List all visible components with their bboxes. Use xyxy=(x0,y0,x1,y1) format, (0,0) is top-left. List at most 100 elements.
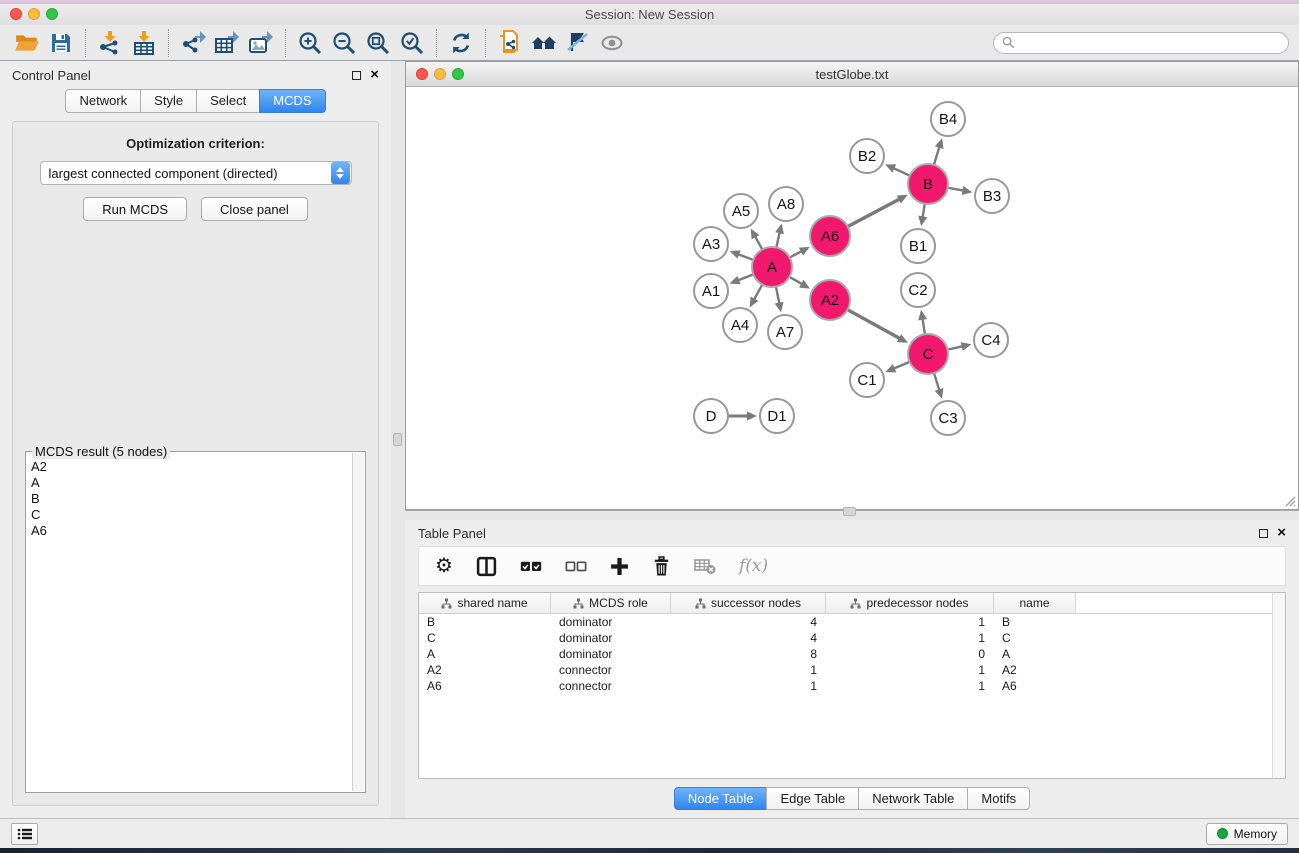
table-row-b[interactable]: Bdominator41B xyxy=(419,614,1285,630)
result-scrollbar[interactable] xyxy=(352,453,364,791)
table-row-a2[interactable]: A2connector11A2 xyxy=(419,662,1285,678)
search-field[interactable] xyxy=(993,32,1289,54)
cell-successor-nodes: 1 xyxy=(671,678,826,694)
network-close-button[interactable] xyxy=(416,68,428,80)
run-mcds-button[interactable]: Run MCDS xyxy=(83,197,187,221)
apply-layout-button[interactable] xyxy=(444,28,478,58)
save-session-button[interactable] xyxy=(44,28,78,58)
horizontal-divider-grip[interactable] xyxy=(843,507,856,516)
result-item-c[interactable]: C xyxy=(31,507,351,523)
first-neighbors-button[interactable] xyxy=(527,28,561,58)
task-history-button[interactable] xyxy=(11,823,38,845)
graph-node-a4[interactable]: A4 xyxy=(722,307,758,343)
zoom-fit-button[interactable] xyxy=(361,28,395,58)
tab-mcds[interactable]: MCDS xyxy=(259,89,325,113)
result-item-a6[interactable]: A6 xyxy=(31,523,351,539)
close-panel-icon[interactable]: × xyxy=(370,70,379,80)
graph-node-c2[interactable]: C2 xyxy=(900,272,936,308)
graph-node-a1[interactable]: A1 xyxy=(693,273,729,309)
zoom-out-button[interactable] xyxy=(327,28,361,58)
table-settings-gear-icon[interactable]: ⚙ xyxy=(435,556,453,576)
graph-node-b[interactable]: B xyxy=(907,163,949,205)
graph-node-b4[interactable]: B4 xyxy=(930,101,966,137)
table-row-a6[interactable]: A6connector11A6 xyxy=(419,678,1285,694)
open-session-button[interactable] xyxy=(10,28,44,58)
node-table[interactable]: shared nameMCDS rolesuccessor nodesprede… xyxy=(418,592,1286,779)
tab-network-table[interactable]: Network Table xyxy=(858,787,968,810)
column-header-name[interactable]: name xyxy=(994,593,1076,613)
tab-motifs[interactable]: Motifs xyxy=(967,787,1030,810)
graph-node-c3[interactable]: C3 xyxy=(930,400,966,436)
minimize-window-button[interactable] xyxy=(28,8,40,20)
result-item-a2[interactable]: A2 xyxy=(31,459,351,475)
tab-select[interactable]: Select xyxy=(196,89,260,113)
table-row-c[interactable]: Cdominator41C xyxy=(419,630,1285,646)
result-item-b[interactable]: B xyxy=(31,491,351,507)
network-canvas[interactable]: A A1 A2 A3 A4 A5 A6 A7 A8 B B1 B2 B3 B4 C C1 C2 C3 C4 D D1 xyxy=(406,87,1298,509)
tab-style[interactable]: Style xyxy=(140,89,197,113)
tab-node-table[interactable]: Node Table xyxy=(674,787,768,810)
search-input[interactable] xyxy=(1019,36,1280,50)
graph-node-b3[interactable]: B3 xyxy=(974,178,1010,214)
deselect-all-columns-icon[interactable] xyxy=(565,559,587,574)
import-table-button[interactable] xyxy=(127,28,161,58)
network-minimize-button[interactable] xyxy=(434,68,446,80)
mcds-result-list[interactable]: A2ABCA6 xyxy=(27,455,351,791)
graph-node-a[interactable]: A xyxy=(751,246,793,288)
graph-node-d[interactable]: D xyxy=(693,398,729,434)
create-column-plus-icon[interactable] xyxy=(610,557,629,576)
graph-node-c1[interactable]: C1 xyxy=(849,362,885,398)
column-header-shared-name[interactable]: shared name xyxy=(419,593,551,613)
graph-node-c4[interactable]: C4 xyxy=(973,322,1009,358)
network-window-titlebar[interactable]: testGlobe.txt xyxy=(406,62,1298,87)
graph-node-b1[interactable]: B1 xyxy=(900,228,936,264)
import-network-button[interactable] xyxy=(93,28,127,58)
network-zoom-button[interactable] xyxy=(452,68,464,80)
delete-table-icon[interactable] xyxy=(694,557,716,575)
graph-node-a8[interactable]: A8 xyxy=(768,186,804,222)
titlebar[interactable]: Session: New Session xyxy=(0,4,1299,25)
graph-node-b2[interactable]: B2 xyxy=(849,138,885,174)
resize-grip-icon[interactable] xyxy=(1282,493,1296,507)
float-panel-icon[interactable] xyxy=(352,71,361,80)
graph-node-c[interactable]: C xyxy=(907,333,949,375)
select-all-columns-icon[interactable] xyxy=(520,559,542,574)
graph-node-a5[interactable]: A5 xyxy=(723,193,759,229)
column-header-mcds-role[interactable]: MCDS role xyxy=(551,593,671,613)
export-image-button[interactable] xyxy=(244,28,278,58)
delete-column-trash-icon[interactable] xyxy=(652,556,671,577)
result-item-a[interactable]: A xyxy=(31,475,351,491)
memory-label: Memory xyxy=(1234,827,1277,841)
float-table-panel-icon[interactable] xyxy=(1259,529,1268,538)
graph-node-a2[interactable]: A2 xyxy=(809,279,851,321)
network-from-selection-button[interactable] xyxy=(493,28,527,58)
close-window-button[interactable] xyxy=(10,8,22,20)
zoom-window-button[interactable] xyxy=(46,8,58,20)
divider-grip[interactable] xyxy=(393,433,402,446)
tab-network[interactable]: Network xyxy=(65,89,141,113)
column-header-successor-nodes[interactable]: successor nodes xyxy=(671,593,826,613)
zoom-in-button[interactable] xyxy=(293,28,327,58)
graph-node-d1[interactable]: D1 xyxy=(759,398,795,434)
show-hide-details-button[interactable] xyxy=(595,28,629,58)
horizontal-divider[interactable] xyxy=(405,510,1299,520)
graph-node-a7[interactable]: A7 xyxy=(767,314,803,350)
memory-button[interactable]: Memory xyxy=(1206,823,1288,845)
close-panel-button[interactable]: Close panel xyxy=(201,197,308,221)
table-row-a[interactable]: Adominator80A xyxy=(419,646,1285,662)
toggle-details-button[interactable] xyxy=(561,28,595,58)
export-network-button[interactable] xyxy=(176,28,210,58)
criterion-dropdown[interactable]: largest connected component (directed) xyxy=(40,161,352,185)
zoom-selected-button[interactable] xyxy=(395,28,429,58)
column-header-predecessor-nodes[interactable]: predecessor nodes xyxy=(826,593,994,613)
graph-node-a3[interactable]: A3 xyxy=(693,226,729,262)
export-table-button[interactable] xyxy=(210,28,244,58)
show-column-panel-icon[interactable] xyxy=(476,556,497,577)
graph-node-a6[interactable]: A6 xyxy=(809,215,851,257)
table-scrollbar[interactable] xyxy=(1272,593,1285,778)
tab-edge-table[interactable]: Edge Table xyxy=(766,787,859,810)
cell-successor-nodes: 8 xyxy=(671,646,826,662)
function-builder-icon[interactable]: f(x) xyxy=(739,556,768,576)
close-table-panel-icon[interactable]: × xyxy=(1277,528,1286,538)
panel-divider[interactable] xyxy=(391,61,405,818)
